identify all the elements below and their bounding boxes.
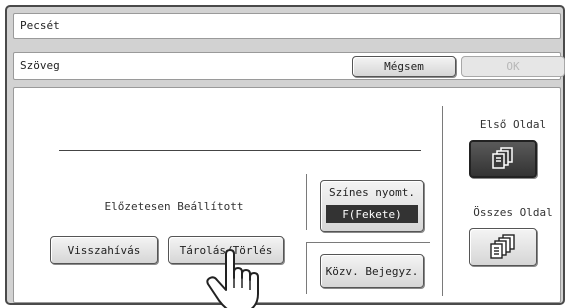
- common-entry-button[interactable]: Közv. Bejegyz.: [320, 254, 424, 288]
- toolbar-title: Szöveg: [20, 59, 60, 72]
- recall-button[interactable]: Visszahívás: [50, 236, 158, 264]
- dialog-title: Pecsét: [13, 13, 561, 39]
- multi-page-stack-icon: [490, 234, 515, 259]
- recall-button-label: Visszahívás: [67, 243, 141, 257]
- all-pages-button[interactable]: [469, 228, 537, 266]
- all-pages-label: Összes Oldal: [473, 206, 553, 219]
- text-toolbar: Szöveg Mégsem OK: [13, 52, 565, 80]
- cancel-button[interactable]: Mégsem: [352, 56, 456, 77]
- ok-button-label: OK: [506, 59, 520, 73]
- first-page-label: Első Oldal: [479, 118, 547, 131]
- divider: [306, 174, 307, 230]
- stamp-text-panel: Előzetesen Beállított Visszahívás Tárolá…: [13, 87, 561, 308]
- common-entry-label: Közv. Bejegyz.: [325, 264, 419, 278]
- first-page-button[interactable]: [469, 140, 537, 178]
- cancel-button-label: Mégsem: [384, 59, 424, 73]
- divider: [306, 242, 307, 294]
- ok-button[interactable]: OK: [461, 56, 565, 77]
- color-value: F(Fekete): [326, 205, 418, 223]
- pointing-hand-icon: [206, 249, 259, 308]
- text-entry-line: [59, 150, 421, 151]
- single-page-stack-icon: [492, 147, 513, 169]
- stamp-dialog: Pecsét Szöveg Mégsem OK Előzetesen Beáll…: [5, 5, 565, 308]
- divider: [306, 242, 430, 243]
- color-print-button[interactable]: Színes nyomt. F(Fekete): [320, 180, 424, 232]
- divider: [442, 106, 443, 296]
- color-print-label: Színes nyomt.: [328, 186, 416, 199]
- preset-label: Előzetesen Beállított: [104, 200, 244, 213]
